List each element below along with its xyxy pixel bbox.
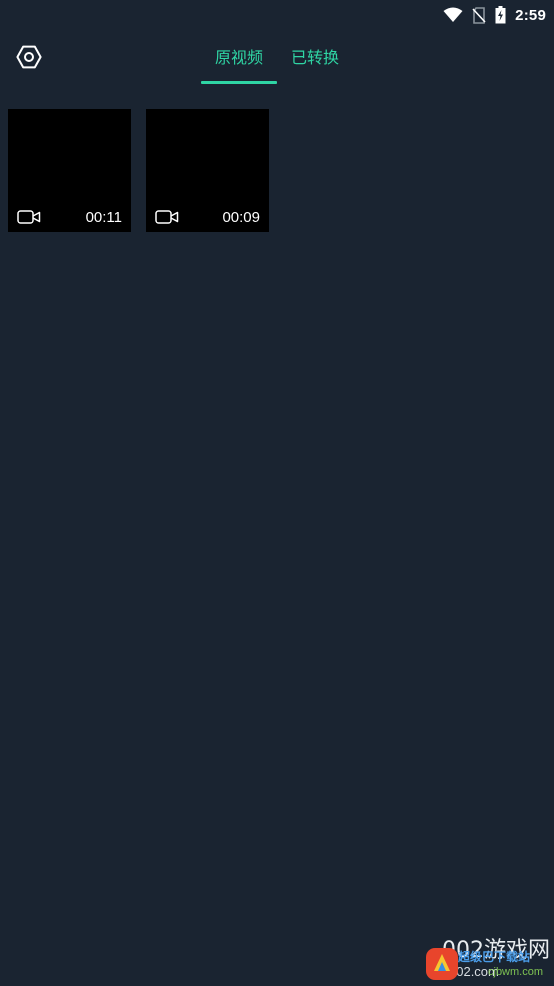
video-duration: 00:11 (85, 209, 122, 226)
watermark-site-url: cjbwm.com (488, 966, 544, 978)
tab-original-videos[interactable]: 原视频 (215, 44, 263, 74)
watermark-site-name: 超级巴下载站 (458, 950, 531, 964)
app-header: 原视频 已转换 (0, 30, 554, 86)
watermark: 002游戏网 yx002.com 超级巴下载站 cjbwm.com (422, 932, 552, 984)
tab-converted-videos[interactable]: 已转换 (291, 44, 339, 74)
status-bar: 2:59 (0, 0, 554, 30)
status-time: 2:59 (515, 6, 546, 24)
video-thumbnail[interactable]: 00:11 (8, 109, 131, 232)
watermark-logo-icon (426, 948, 458, 980)
settings-button[interactable] (14, 42, 44, 72)
video-camera-icon (17, 210, 41, 224)
active-tab-indicator (201, 81, 277, 84)
settings-hexagon-icon (16, 45, 42, 69)
battery-charging-icon (495, 6, 506, 24)
status-icons: 2:59 (443, 4, 546, 26)
video-duration: 00:09 (222, 209, 260, 226)
no-sim-icon (472, 6, 486, 24)
video-grid: 00:11 00:09 (0, 86, 554, 986)
video-thumbnail[interactable]: 00:09 (146, 109, 269, 232)
wifi-icon (443, 7, 463, 22)
video-camera-icon (155, 210, 179, 224)
